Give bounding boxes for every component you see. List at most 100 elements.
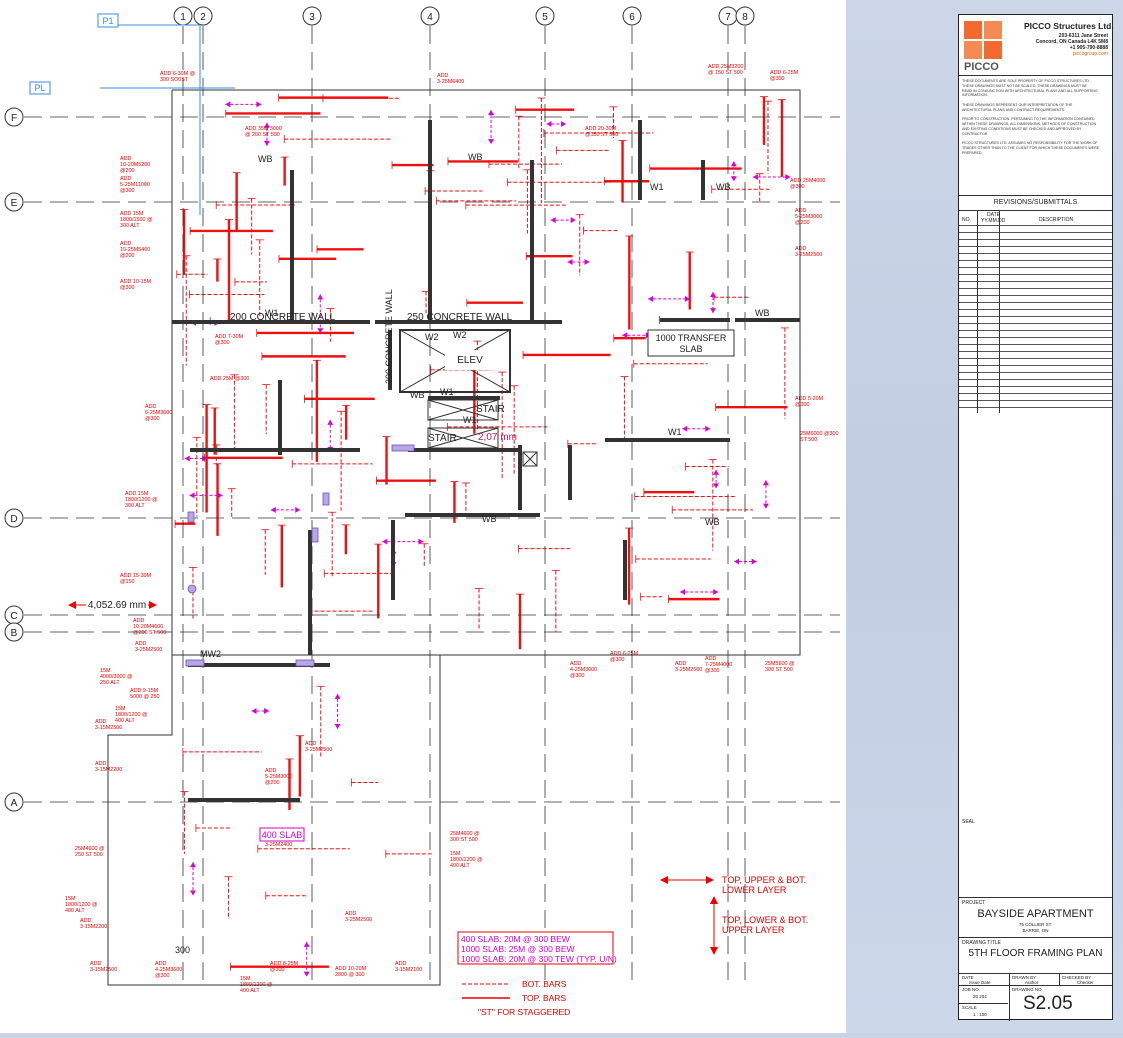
svg-text:WB: WB <box>482 514 497 524</box>
rebar-tag: ADD 9-15M 5000 @ 250 <box>130 688 159 700</box>
rebar-tag: ADD 10-15M @300 <box>120 279 152 291</box>
svg-text:"ST" FOR STAGGERED: "ST" FOR STAGGERED <box>478 1007 570 1017</box>
rebar-tag: ADD 6-25M @300 <box>770 70 799 82</box>
rebar-tag: ADD 25M @300 <box>210 376 249 382</box>
svg-text:LOWER LAYER: LOWER LAYER <box>722 885 787 895</box>
rebar-tag: ADD 10-20M4600 @200 ST 500 <box>133 618 166 636</box>
rebar-tag: ADD 15M 1800/1200 @300 ALT <box>125 491 157 509</box>
rebar-tag: 25M4600 @300 ST 500 <box>450 831 479 843</box>
svg-text:BOT. BARS: BOT. BARS <box>522 979 567 989</box>
rebar-tag: ADD 3-25M6400 <box>437 73 464 85</box>
grid-row-label: B <box>11 628 18 639</box>
dim-4052: 4,052.69 mm <box>68 598 157 611</box>
rebar-tag: ADD 3-25M2500 <box>135 641 162 653</box>
grid-row-label: F <box>11 113 17 124</box>
grid-row-label: D <box>10 514 17 525</box>
slab-400-label: 400 SLAB <box>262 830 303 840</box>
dim-207-label: 2,07 mm <box>478 432 517 443</box>
svg-text:WB: WB <box>705 517 720 527</box>
wall-200-label: 200 CONCRETE WALL <box>230 312 336 323</box>
rebar-tag: ADD 5-25M11000 @300 <box>120 176 150 194</box>
rebar-tag: ADD 5-25M3000 @200 <box>265 768 292 786</box>
grid-col-label: 1 <box>180 12 186 23</box>
rebar-tag: ADD 20-30M @150 ST 500 <box>585 126 618 138</box>
company-name: PICCO Structures Ltd. <box>1024 21 1114 31</box>
grid-col-label: 7 <box>725 12 731 23</box>
grid-col-label: 4 <box>427 12 433 23</box>
rebar-tag: ADD 5-20M @300 <box>795 396 824 408</box>
rebar-tag: 15M 1800/1200 @400 ALT <box>450 851 482 869</box>
svg-text:4,052.69 mm: 4,052.69 mm <box>88 600 146 611</box>
grid-col-label: 5 <box>542 12 548 23</box>
concrete-walls <box>172 120 800 802</box>
wall-250-label: 250 CONCRETE WALL <box>407 312 513 323</box>
rebar-tag: ADD 3-15M2200 <box>95 761 122 773</box>
rebar-tag: ADD 5-25M3000 @200 <box>795 208 822 226</box>
rebar-tags: ADD 6-30M @300 SO0ST ADD 3-25M6400 ADD 25M3… <box>65 64 838 994</box>
rebar-tag: 15M 1800/1200 @400 ALT <box>65 896 97 914</box>
svg-text:1000 SLAB: 20M @ 300 TEW (TYP.: 1000 SLAB: 20M @ 300 TEW (TYP. U/N) <box>461 954 617 964</box>
rebar-tag: ADD 7-30M @300 <box>215 334 244 346</box>
rebar-tag: ADD 35M 3000 @ 200 ST 500 <box>245 126 282 138</box>
pl-label: PL <box>34 83 45 93</box>
rebar-tag: ADD 25M3200 @ 150 ST 500 <box>708 64 743 76</box>
title-block: PICCO PICCO Structures Ltd. 203-6311 Jan… <box>958 14 1114 1021</box>
svg-text:UPPER LAYER: UPPER LAYER <box>722 925 785 935</box>
grid-row-label: A <box>11 798 18 809</box>
rebar-tag: ADD 10-25M5400 @200 <box>120 241 150 259</box>
rebar-tag: ADD 6-25M @300 <box>610 651 639 663</box>
svg-text:WB: WB <box>716 182 731 192</box>
disclaimer-notes: THESE DOCUMENTS ARE SOLE PROPERTY OF PIC… <box>962 79 1100 155</box>
rebar-tag: ADD 4-25M3000 @300 <box>570 661 597 679</box>
revisions-title: REVISIONS/SUBMITTALS <box>993 199 1078 206</box>
rebar-tag: ADD 3-15M2500 <box>90 961 117 973</box>
elev-label: ELEV <box>457 355 483 366</box>
svg-text:TOP, LOWER & BOT.: TOP, LOWER & BOT. <box>722 915 808 925</box>
rebar-tag: ADD 10-20M 2800 @ 300 <box>335 966 367 978</box>
stair-label-1: STAIR <box>476 404 505 415</box>
drawing-sheet: ADD 6-30M @300 SO0ST ADD 3-25M6400 ADD 25M3… <box>0 0 846 1033</box>
grid-col-label: 6 <box>629 12 635 23</box>
picco-logo: PICCO <box>964 21 1004 73</box>
rebar-tag: ADD 3-15M2200 <box>80 918 107 930</box>
rebar-tag: 25M5600 @300 ST 500 <box>765 661 794 673</box>
rebar-tag: ADD 3-25M2500 <box>675 661 702 673</box>
svg-text:400 SLAB: 20M @ 300 BEW: 400 SLAB: 20M @ 300 BEW <box>461 934 570 944</box>
rebar-tag: ADD 6-25M3600 @300 <box>145 404 172 422</box>
rebar-tag: ADD 10-20M5200 @200 <box>120 156 150 174</box>
svg-text:TOP. BARS: TOP. BARS <box>522 993 566 1003</box>
svg-text:W2: W2 <box>453 330 467 340</box>
rebar-tag: 15M 1800/1200 @400 ALT <box>115 706 147 724</box>
drawing-title: 5TH FLOOR FRAMING PLAN <box>968 948 1103 959</box>
rebar-tag: ADD 6-30M @300 SO0ST <box>160 71 195 83</box>
svg-text:WB: WB <box>755 308 770 318</box>
p1-label: P1 <box>102 16 113 26</box>
rebar-tag: ADD 3-15M2100 <box>395 961 422 973</box>
svg-text:WB: WB <box>410 390 425 400</box>
grid-col-label: 8 <box>742 12 748 23</box>
svg-text:W1: W1 <box>668 427 682 437</box>
stair-label-2: STAIR <box>428 433 457 444</box>
wall-300-label: 300 CONCRETE WALL <box>384 289 394 384</box>
svg-text:W1: W1 <box>440 387 454 397</box>
dim-300-label: 300 <box>175 945 190 955</box>
grid-row-label: E <box>11 198 18 209</box>
svg-text:TOP, UPPER & BOT.: TOP, UPPER & BOT. <box>722 875 806 885</box>
rebar-tag: ADD 3-25M2500 <box>305 741 332 753</box>
seal-label: SEAL <box>962 819 975 825</box>
rebar-tag: ADD 15M 1800/1500 @300 ALT <box>120 211 152 229</box>
svg-text:SLAB: SLAB <box>679 344 702 354</box>
rebar-tag: ADD 3-25M2500 <box>795 246 822 258</box>
slab-notes: 400 SLAB: 20M @ 300 BEW 1000 SLAB: 25M @… <box>457 931 617 965</box>
svg-text:WB: WB <box>258 154 273 164</box>
svg-text:1000 SLAB: 25M @ 300 BEW: 1000 SLAB: 25M @ 300 BEW <box>461 944 575 954</box>
svg-text:MW2: MW2 <box>200 649 221 659</box>
project-name: BAYSIDE APARTMENT <box>977 908 1094 920</box>
transfer-slab-label: 1000 TRANSFER <box>656 333 727 343</box>
svg-text:W2: W2 <box>425 332 439 342</box>
rebar-tag: 25M4600 @250 ST 500 <box>75 846 104 858</box>
rebar-tag: ADD 3-25M2500 <box>345 911 372 923</box>
svg-text:W1: W1 <box>463 415 477 425</box>
rebar-tag: ADD 4-25M3600 @300 <box>155 961 182 979</box>
column-pads <box>185 444 415 667</box>
